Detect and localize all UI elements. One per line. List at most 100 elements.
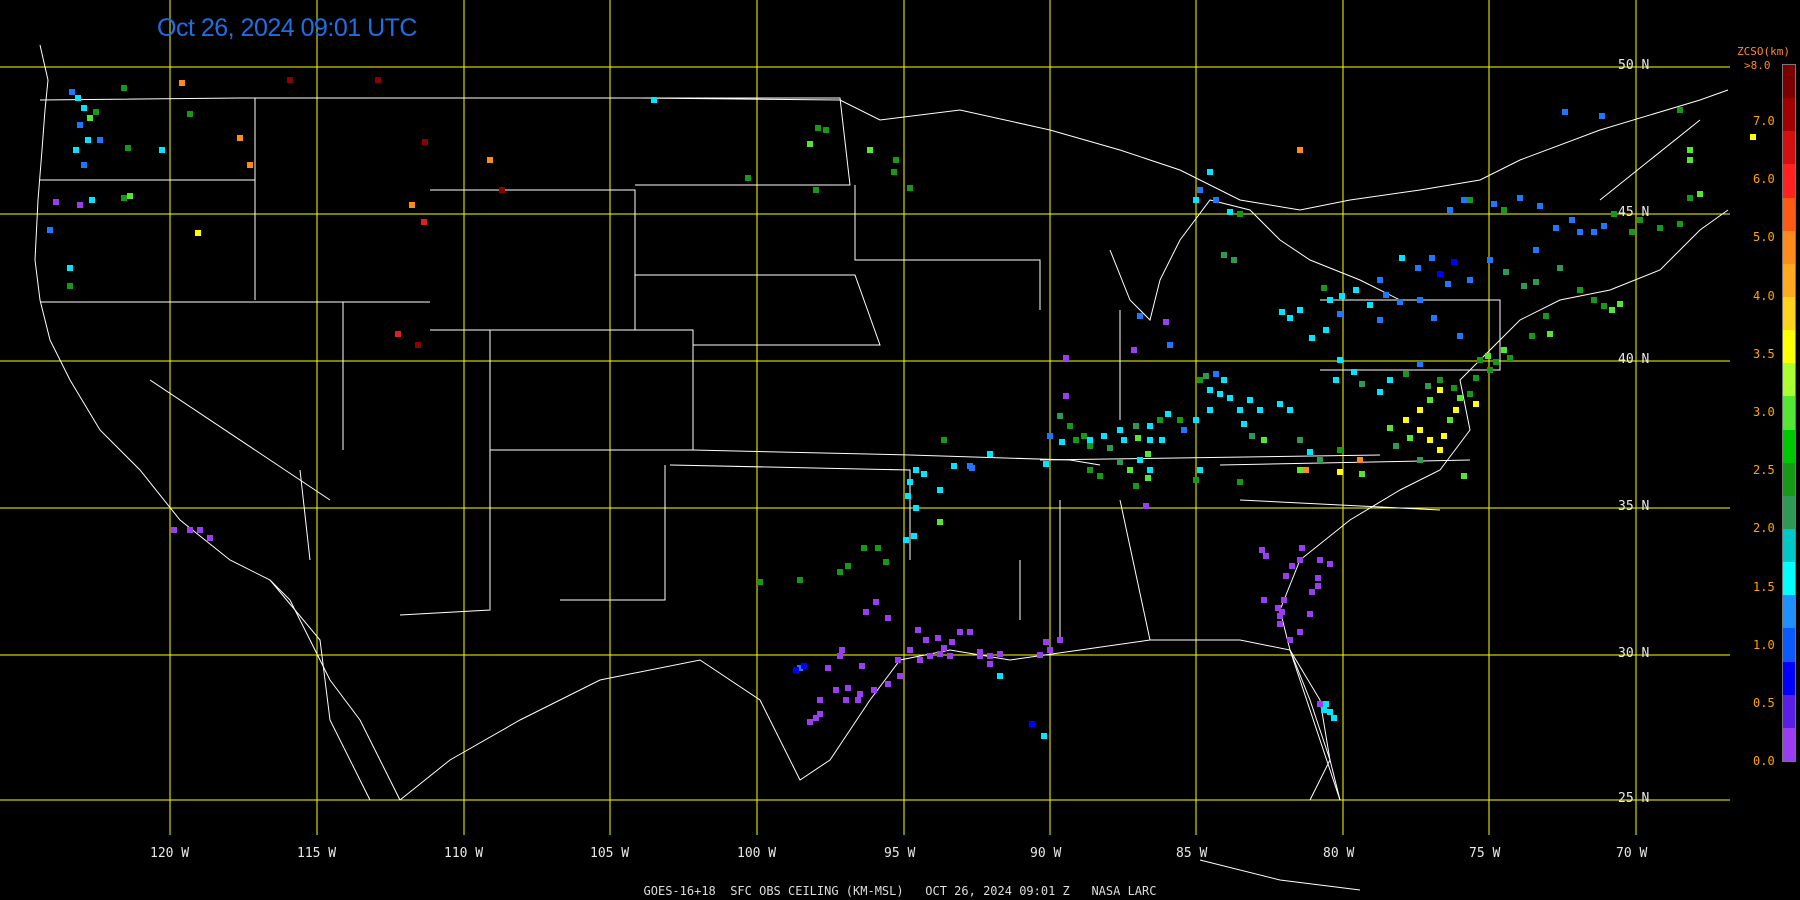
state-line-al-ga: [1119, 499, 1151, 641]
observation-point: [1281, 597, 1287, 603]
observation-point: [1307, 611, 1313, 617]
observation-point: [1487, 367, 1493, 373]
observation-point: [1261, 597, 1267, 603]
observation-point: [1307, 449, 1313, 455]
observation-point: [1467, 277, 1473, 283]
state-line-ks-ok: [692, 449, 911, 456]
observation-point: [1543, 313, 1549, 319]
observation-point: [1503, 269, 1509, 275]
observation-point: [895, 657, 901, 663]
observation-point: [237, 135, 243, 141]
colorbar-segment: [1783, 528, 1795, 563]
observation-point: [1097, 473, 1103, 479]
observation-point: [1425, 383, 1431, 389]
observation-point: [921, 471, 927, 477]
observation-point: [1043, 461, 1049, 467]
colorbar-tick-label: 0.0: [1753, 754, 1775, 769]
colorbar-tick-label: 3.0: [1753, 405, 1775, 419]
longitude-label: 90 W: [1030, 846, 1062, 861]
colorbar-segment: [1783, 363, 1795, 397]
colorbar-top-label: >8.0: [1744, 59, 1771, 72]
observation-point: [1315, 583, 1321, 589]
observation-point: [1207, 169, 1213, 175]
observation-point: [845, 563, 851, 569]
latitude-label: 50 N: [1618, 58, 1650, 73]
observation-point: [911, 533, 917, 539]
observation-point: [839, 647, 845, 653]
observation-point: [1309, 589, 1315, 595]
observation-point: [1397, 299, 1403, 305]
observation-point: [1063, 355, 1069, 361]
observation-point: [913, 467, 919, 473]
observation-point: [651, 97, 657, 103]
observation-point: [81, 105, 87, 111]
observation-point: [73, 147, 79, 153]
observation-point: [1407, 435, 1413, 441]
observation-point: [1537, 203, 1543, 209]
observation-point: [247, 162, 253, 168]
observation-point: [1197, 377, 1203, 383]
observation-point: [1601, 303, 1607, 309]
observation-point: [1237, 407, 1243, 413]
observation-point: [825, 665, 831, 671]
observation-point: [1081, 433, 1087, 439]
observation-point: [867, 147, 873, 153]
observation-point: [1287, 315, 1293, 321]
observation-point: [1387, 377, 1393, 383]
observation-point: [1137, 457, 1143, 463]
observation-point: [1241, 421, 1247, 427]
observation-point: [1287, 637, 1293, 643]
observation-point: [1487, 257, 1493, 263]
observation-point: [1227, 395, 1233, 401]
observation-point: [1303, 467, 1309, 473]
observation-point: [1529, 333, 1535, 339]
colorbar: [1782, 64, 1796, 762]
colorbar-segment: [1783, 330, 1795, 364]
observation-point: [1145, 451, 1151, 457]
observation-point: [1275, 605, 1281, 611]
observation-point: [1087, 437, 1093, 443]
observation-point: [1599, 113, 1605, 119]
observation-point: [967, 629, 973, 635]
observation-point: [1359, 471, 1365, 477]
observation-point: [1057, 413, 1063, 419]
observation-point: [937, 651, 943, 657]
observation-point: [1165, 411, 1171, 417]
colorbar-segment: [1783, 263, 1795, 297]
observation-point: [1617, 301, 1623, 307]
observation-point: [1417, 457, 1423, 463]
observation-point: [1297, 307, 1303, 313]
observation-point: [1501, 207, 1507, 213]
observation-point: [395, 331, 401, 337]
observation-point: [87, 115, 93, 121]
observation-point: [1441, 433, 1447, 439]
observation-point: [1107, 445, 1113, 451]
observation-point: [1501, 347, 1507, 353]
observation-point: [69, 89, 75, 95]
observation-point: [815, 125, 821, 131]
observation-point: [1687, 147, 1693, 153]
colorbar-segment: [1783, 164, 1795, 198]
observation-point: [1181, 427, 1187, 433]
observation-point: [793, 667, 799, 673]
observation-point: [1101, 433, 1107, 439]
observation-point: [1383, 292, 1389, 298]
state-line-az-nm: [399, 450, 491, 616]
canada-border: [39, 89, 1729, 211]
colorbar-tick-label: 3.5: [1753, 346, 1775, 361]
observation-point: [1317, 457, 1323, 463]
observation-point: [1323, 327, 1329, 333]
observation-point: [1491, 201, 1497, 207]
observation-point: [1609, 307, 1615, 313]
observation-point: [375, 77, 381, 83]
observation-point: [195, 230, 201, 236]
longitude-label: 85 W: [1176, 846, 1208, 861]
observation-point: [1367, 302, 1373, 308]
observation-point: [1037, 652, 1043, 658]
observation-point: [207, 535, 213, 541]
observation-point: [1309, 335, 1315, 341]
observation-point: [885, 681, 891, 687]
colorbar-segment: [1783, 197, 1795, 231]
longitude-label: 70 W: [1616, 846, 1648, 861]
gulf-coast: [399, 639, 1341, 801]
